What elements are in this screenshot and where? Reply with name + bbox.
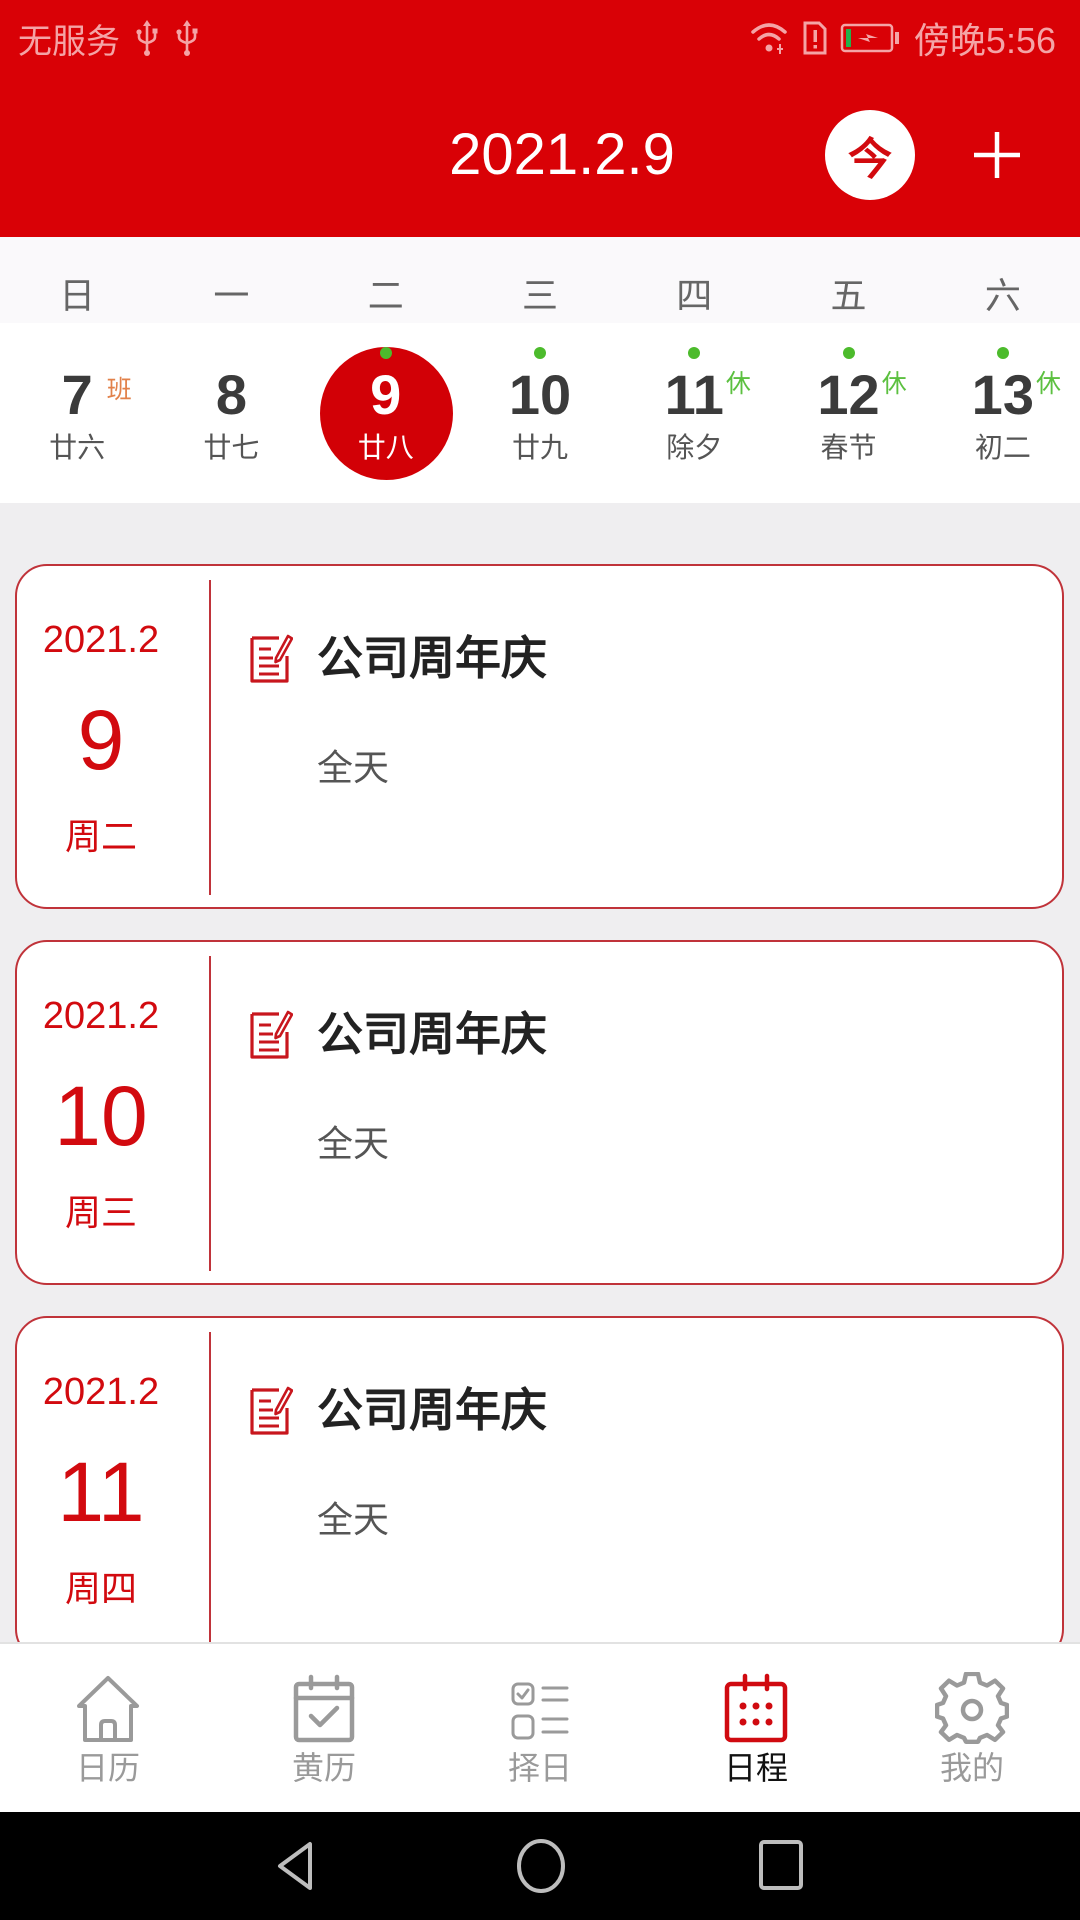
status-time: 傍晚5:56 <box>913 20 1056 61</box>
note-edit-icon <box>250 1386 293 1435</box>
day-cell[interactable]: 10 廿九 <box>463 323 617 503</box>
event-title: 公司周年庆 <box>317 1007 547 1061</box>
day-number: 10 <box>508 363 572 426</box>
event-card[interactable]: 2021.2 9 周二 公司周年庆 全天 <box>15 564 1064 909</box>
event-day: 10 <box>54 1069 148 1163</box>
back-icon[interactable] <box>268 1836 328 1896</box>
tab-almanac[interactable]: 黄历 <box>216 1644 432 1812</box>
note-edit-icon <box>250 634 293 683</box>
lunar-date: 廿八 <box>357 431 414 464</box>
tab-calendar[interactable]: 日历 <box>0 1644 216 1812</box>
tab-schedule[interactable]: 日程 <box>648 1644 864 1812</box>
event-year-month: 2021.2 <box>42 619 160 661</box>
event-year-month: 2021.2 <box>42 995 160 1037</box>
event-time: 全天 <box>317 1500 390 1541</box>
recents-icon[interactable] <box>751 1836 811 1896</box>
event-dot <box>688 347 701 359</box>
event-weekday: 周四 <box>64 1569 137 1610</box>
day-tag: 休 <box>881 369 907 398</box>
weekday-label: 五 <box>830 276 867 317</box>
usb-icon <box>176 20 198 56</box>
lunar-date: 廿九 <box>511 431 568 464</box>
home-circle-icon[interactable] <box>511 1836 571 1896</box>
event-year-month: 2021.2 <box>42 1371 160 1413</box>
day-cell[interactable]: 12 休 春节 <box>771 323 925 503</box>
event-date-column: 2021.2 9 周二 <box>17 566 185 907</box>
tab-mine[interactable]: 我的 <box>864 1644 1080 1812</box>
day-tag: 休 <box>725 369 751 398</box>
lunar-date: 春节 <box>820 431 877 464</box>
week-day-strip: 7 班 廿六 8 廿七 9 廿八 10 廿九 11 休 除夕 12 休 春节 1… <box>0 323 1080 503</box>
event-dot <box>842 347 855 359</box>
tab-label: 我的 <box>939 1749 1004 1787</box>
wifi-icon <box>751 23 787 54</box>
day-tag: 班 <box>106 375 132 404</box>
usb-icon <box>136 20 158 56</box>
lunar-date: 除夕 <box>666 431 723 464</box>
weekday-label: 日 <box>59 276 96 317</box>
event-dot <box>996 347 1009 359</box>
day-cell[interactable]: 7 班 廿六 <box>0 323 154 503</box>
day-cell[interactable]: 11 休 除夕 <box>617 323 771 503</box>
tab-date-picker[interactable]: 择日 <box>432 1644 648 1812</box>
day-cell[interactable]: 8 廿七 <box>154 323 308 503</box>
calendar-check-icon <box>293 1674 355 1743</box>
card-divider <box>209 1332 211 1647</box>
gear-icon <box>935 1672 1009 1744</box>
weekday-label: 一 <box>213 276 250 317</box>
weekday-label: 四 <box>676 276 713 317</box>
event-weekday: 周三 <box>64 1193 137 1234</box>
event-dot <box>533 347 546 359</box>
status-bar-left: 无服务 <box>18 14 200 62</box>
lunar-date: 初二 <box>974 431 1031 464</box>
event-date-column: 2021.2 11 周四 <box>17 1318 185 1659</box>
lunar-date: 廿六 <box>49 431 106 464</box>
carrier-status: 无服务 <box>18 21 120 62</box>
card-divider <box>209 580 211 895</box>
checklist-icon <box>511 1682 569 1740</box>
weekday-label: 三 <box>521 276 558 317</box>
bottom-tab-bar: 日历 黄历 择日 日程 我的 <box>0 1642 1080 1812</box>
event-day: 9 <box>77 693 125 787</box>
tab-label: 日程 <box>723 1749 788 1787</box>
day-number: 9 <box>370 363 402 426</box>
event-title: 公司周年庆 <box>317 1383 547 1437</box>
day-cell[interactable]: 9 廿八 <box>309 323 463 503</box>
app-header: 无服务 傍晚5:56 2021.2.9 今 <box>0 0 1080 237</box>
day-tag: 休 <box>1035 369 1061 398</box>
day-number: 8 <box>215 363 247 426</box>
event-day: 11 <box>57 1445 145 1539</box>
sim-alert-icon <box>803 21 827 55</box>
day-cell[interactable]: 13 休 初二 <box>926 323 1080 503</box>
note-edit-icon <box>250 1010 293 1059</box>
home-icon <box>77 1676 139 1742</box>
card-divider <box>209 956 211 1271</box>
plus-icon[interactable] <box>968 126 1026 184</box>
event-card[interactable]: 2021.2 11 周四 公司周年庆 全天 <box>15 1316 1064 1661</box>
event-title: 公司周年庆 <box>317 631 547 685</box>
calendar-grid-icon <box>724 1673 788 1743</box>
event-dot <box>379 347 392 359</box>
today-button[interactable]: 今 <box>825 110 915 200</box>
tab-label: 择日 <box>507 1749 572 1787</box>
tab-label: 黄历 <box>291 1749 356 1787</box>
system-navigation-bar <box>0 1812 1080 1920</box>
event-time: 全天 <box>317 748 390 789</box>
current-date-title[interactable]: 2021.2.9 <box>0 118 1080 192</box>
event-time: 全天 <box>317 1124 390 1165</box>
event-weekday: 周二 <box>64 817 137 858</box>
weekday-label: 六 <box>984 276 1021 317</box>
event-date-column: 2021.2 10 周三 <box>17 942 185 1283</box>
weekday-label: 二 <box>367 276 404 317</box>
tab-label: 日历 <box>75 1749 140 1787</box>
event-card[interactable]: 2021.2 10 周三 公司周年庆 全天 <box>15 940 1064 1285</box>
battery-charging-icon <box>840 23 899 53</box>
lunar-date: 廿七 <box>203 431 260 464</box>
weekday-header: 日 一 二 三 四 五 六 <box>0 237 1080 323</box>
status-bar-right: 傍晚5:56 <box>750 14 1056 62</box>
